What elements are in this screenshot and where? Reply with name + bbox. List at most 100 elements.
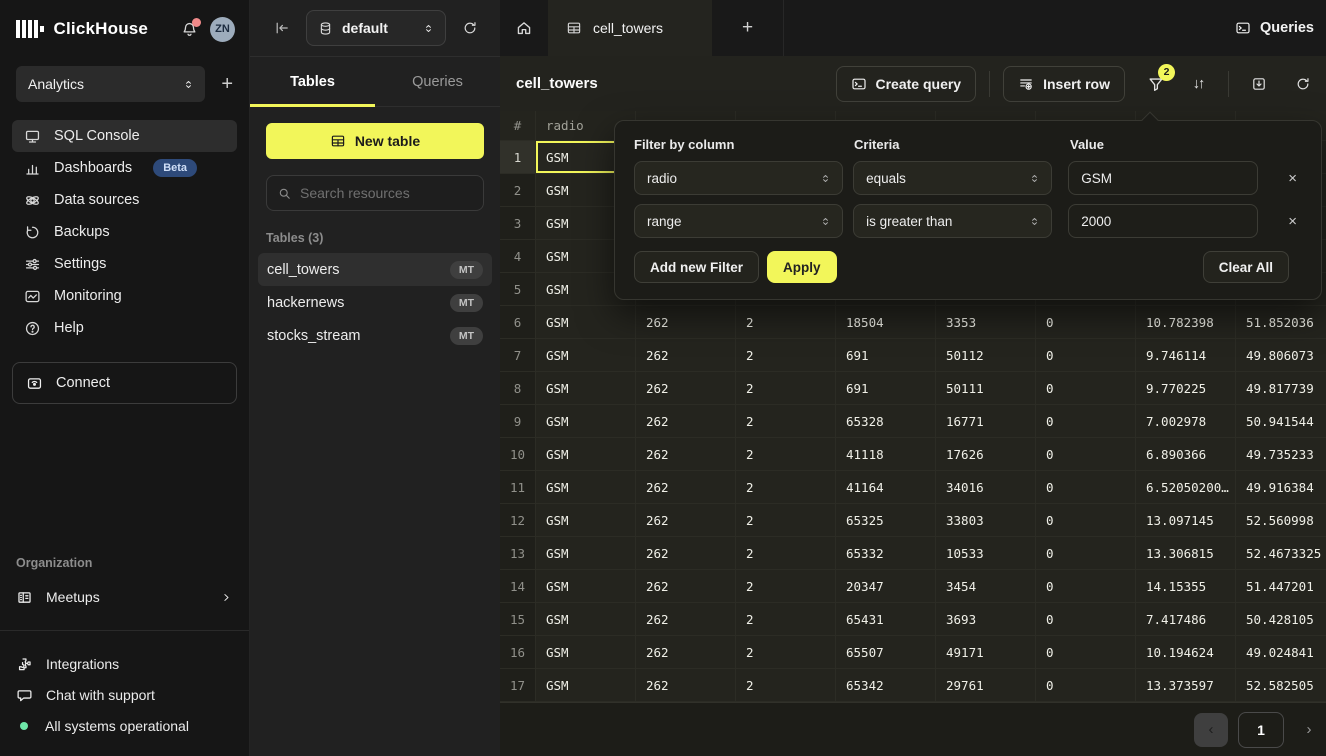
table-cell[interactable]: 50.941544 [1236, 405, 1326, 438]
table-cell[interactable]: 3353 [936, 306, 1036, 339]
table-cell[interactable]: GSM [536, 339, 636, 372]
table-item-cell_towers[interactable]: cell_towersMT [258, 253, 492, 286]
table-cell[interactable]: 41164 [836, 471, 936, 504]
table-cell[interactable]: 49.735233 [1236, 438, 1326, 471]
table-cell[interactable]: 49.817739 [1236, 372, 1326, 405]
apply-filter-button[interactable]: Apply [767, 251, 837, 283]
table-cell[interactable]: 262 [636, 570, 736, 603]
table-cell[interactable]: GSM [536, 669, 636, 702]
table-cell[interactable]: 0 [1036, 339, 1136, 372]
sidebar-item-data-sources[interactable]: Data sources [12, 184, 237, 216]
table-cell[interactable]: 2 [736, 603, 836, 636]
filter-column-select[interactable]: radio [634, 161, 843, 195]
explorer-tab-tables[interactable]: Tables [250, 57, 375, 106]
table-cell[interactable]: 0 [1036, 306, 1136, 339]
table-cell[interactable]: 33803 [936, 504, 1036, 537]
table-cell[interactable]: 29761 [936, 669, 1036, 702]
database-select[interactable]: default [306, 10, 446, 46]
table-cell[interactable]: 7.417486 [1136, 603, 1236, 636]
table-cell[interactable]: 0 [1036, 471, 1136, 504]
table-cell[interactable]: GSM [536, 438, 636, 471]
table-cell[interactable]: 18504 [836, 306, 936, 339]
connect-button[interactable]: Connect [12, 362, 237, 404]
sidebar-item-all-systems-operational[interactable]: All systems operational [0, 711, 249, 741]
table-cell[interactable]: GSM [536, 405, 636, 438]
table-cell[interactable]: 7.002978 [1136, 405, 1236, 438]
table-cell[interactable]: 0 [1036, 603, 1136, 636]
new-table-button[interactable]: New table [266, 123, 484, 159]
insert-row-button[interactable]: Insert row [1003, 66, 1125, 102]
new-tab-button[interactable]: + [712, 0, 784, 56]
table-cell[interactable]: 2 [736, 306, 836, 339]
table-cell[interactable]: 50.428105 [1236, 603, 1326, 636]
table-cell[interactable]: 262 [636, 339, 736, 372]
sidebar-item-backups[interactable]: Backups [12, 216, 237, 248]
add-workspace-button[interactable]: + [221, 74, 233, 94]
sidebar-item-settings[interactable]: Settings [12, 248, 237, 280]
table-cell[interactable]: 49.806073 [1236, 339, 1326, 372]
table-cell[interactable]: 0 [1036, 405, 1136, 438]
table-cell[interactable]: 2 [736, 372, 836, 405]
table-cell[interactable]: GSM [536, 306, 636, 339]
table-cell[interactable]: 65328 [836, 405, 936, 438]
table-cell[interactable]: 2 [736, 438, 836, 471]
table-cell[interactable]: 2 [736, 636, 836, 669]
table-cell[interactable]: 52.4673325 [1236, 537, 1326, 570]
table-cell[interactable]: 34016 [936, 471, 1036, 504]
sidebar-item-chat-with-support[interactable]: Chat with support [0, 680, 249, 710]
table-cell[interactable]: 6.890366 [1136, 438, 1236, 471]
table-cell[interactable]: GSM [536, 504, 636, 537]
table-cell[interactable]: 2 [736, 537, 836, 570]
table-cell[interactable]: 262 [636, 471, 736, 504]
table-cell[interactable]: 262 [636, 537, 736, 570]
table-cell[interactable]: 9.770225 [1136, 372, 1236, 405]
current-page[interactable]: 1 [1238, 712, 1284, 748]
table-item-stocks_stream[interactable]: stocks_streamMT [258, 319, 492, 352]
table-cell[interactable]: 262 [636, 603, 736, 636]
next-page-button[interactable]: › [1294, 713, 1324, 747]
prev-page-button[interactable]: ‹ [1194, 713, 1228, 747]
table-cell[interactable]: 13.097145 [1136, 504, 1236, 537]
sidebar-item-help[interactable]: Help [12, 312, 237, 344]
table-cell[interactable]: 14.15355 [1136, 570, 1236, 603]
table-cell[interactable]: 51.852036 [1236, 306, 1326, 339]
table-cell[interactable]: 262 [636, 372, 736, 405]
add-filter-button[interactable]: Add new Filter [634, 251, 759, 283]
filter-button[interactable]: 2 [1139, 67, 1173, 101]
table-cell[interactable]: 0 [1036, 669, 1136, 702]
table-cell[interactable]: 262 [636, 306, 736, 339]
remove-filter-button[interactable]: × [1284, 167, 1301, 190]
table-cell[interactable]: 65325 [836, 504, 936, 537]
table-cell[interactable]: GSM [536, 471, 636, 504]
table-cell[interactable]: 16771 [936, 405, 1036, 438]
table-cell[interactable]: 10533 [936, 537, 1036, 570]
table-cell[interactable]: GSM [536, 372, 636, 405]
table-cell[interactable]: 3454 [936, 570, 1036, 603]
table-cell[interactable]: 262 [636, 438, 736, 471]
table-cell[interactable]: 262 [636, 669, 736, 702]
workspace-select[interactable]: Analytics [16, 66, 205, 102]
table-cell[interactable]: 0 [1036, 537, 1136, 570]
table-cell[interactable]: 0 [1036, 438, 1136, 471]
table-cell[interactable]: 65342 [836, 669, 936, 702]
table-cell[interactable]: 51.447201 [1236, 570, 1326, 603]
collapse-panel-icon[interactable] [274, 20, 290, 36]
table-cell[interactable]: 6.52050200… [1136, 471, 1236, 504]
avatar[interactable]: ZN [210, 17, 235, 42]
sidebar-item-monitoring[interactable]: Monitoring [12, 280, 237, 312]
table-cell[interactable]: 50111 [936, 372, 1036, 405]
create-query-button[interactable]: Create query [836, 66, 977, 102]
table-cell[interactable]: 9.746114 [1136, 339, 1236, 372]
table-cell[interactable]: 17626 [936, 438, 1036, 471]
table-cell[interactable]: 691 [836, 339, 936, 372]
table-cell[interactable]: 50112 [936, 339, 1036, 372]
table-cell[interactable]: 52.560998 [1236, 504, 1326, 537]
table-cell[interactable]: 13.306815 [1136, 537, 1236, 570]
remove-filter-button[interactable]: × [1284, 210, 1301, 233]
table-cell[interactable]: 65332 [836, 537, 936, 570]
table-cell[interactable]: 262 [636, 504, 736, 537]
table-cell[interactable]: 2 [736, 570, 836, 603]
filter-value-input[interactable] [1068, 161, 1258, 195]
table-cell[interactable]: 49.024841 [1236, 636, 1326, 669]
table-cell[interactable]: GSM [536, 603, 636, 636]
